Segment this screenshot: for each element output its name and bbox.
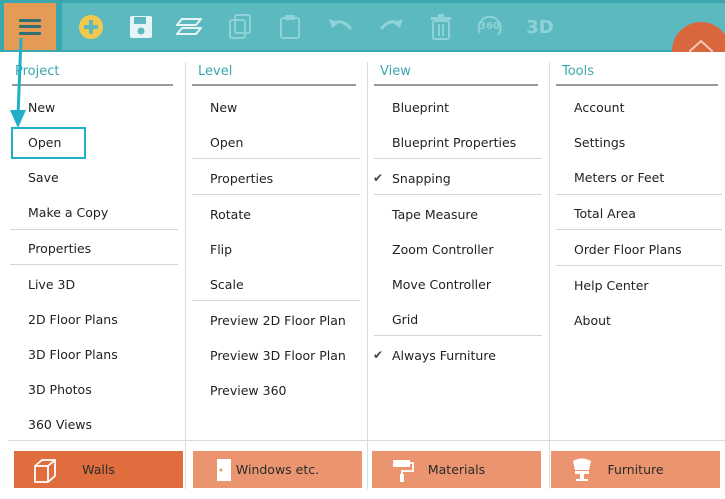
view-3d-label: 3D [526, 16, 554, 38]
column-divider [185, 62, 186, 489]
bottom-divider [8, 440, 725, 441]
divider [556, 194, 722, 195]
paste-icon[interactable] [276, 13, 304, 41]
menu-project-3d-photos[interactable]: 3D Photos [28, 382, 92, 397]
trash-icon[interactable] [427, 13, 455, 41]
menu-view-move-controller[interactable]: Move Controller [392, 277, 491, 292]
walls-label: Walls [82, 462, 115, 477]
check-icon: ✔ [373, 348, 384, 362]
menu-level-flip[interactable]: Flip [210, 242, 232, 257]
divider [556, 229, 722, 230]
divider [556, 265, 722, 266]
menu-level-new[interactable]: New [210, 100, 237, 115]
tool-strip: 360 3D [62, 3, 725, 50]
divider [10, 264, 178, 265]
menu-level-preview-2d[interactable]: Preview 2D Floor Plan [210, 313, 346, 328]
tools-heading: Tools [562, 64, 595, 79]
menu-level-open[interactable]: Open [210, 135, 243, 150]
menu-tools-help-center[interactable]: Help Center [574, 278, 649, 293]
hamburger-icon [19, 18, 41, 35]
menu-project-make-a-copy[interactable]: Make a Copy [28, 205, 108, 220]
menu-level-preview-360[interactable]: Preview 360 [210, 383, 287, 398]
column-divider [549, 62, 550, 489]
view-heading-rule [374, 84, 538, 86]
divider [374, 194, 542, 195]
layers-icon[interactable] [175, 13, 203, 41]
furniture-button[interactable]: Furniture [551, 451, 720, 488]
view-360-label: 360 [479, 21, 500, 32]
divider [374, 158, 542, 159]
menu-level-rotate[interactable]: Rotate [210, 207, 251, 222]
menu-project-360-views[interactable]: 360 Views [28, 417, 92, 432]
view-heading: View [380, 64, 411, 79]
menu-project-new[interactable]: New [28, 100, 55, 115]
undo-icon[interactable] [327, 13, 355, 41]
main-menu-panel: Project New Open Save Make a Copy Proper… [6, 52, 725, 499]
divider [374, 335, 542, 336]
menu-view-always-furniture[interactable]: Always Furniture [392, 348, 496, 363]
menu-view-tape-measure[interactable]: Tape Measure [392, 207, 478, 222]
menu-tools-total-area[interactable]: Total Area [574, 206, 636, 221]
copy-icon[interactable] [226, 13, 254, 41]
menu-view-zoom-controller[interactable]: Zoom Controller [392, 242, 494, 257]
redo-icon[interactable] [377, 13, 405, 41]
menu-tools-meters-or-feet[interactable]: Meters or Feet [574, 170, 664, 185]
menu-project-properties[interactable]: Properties [28, 241, 91, 256]
divider [192, 194, 360, 195]
column-divider [367, 62, 368, 489]
menu-view-blueprint-properties[interactable]: Blueprint Properties [392, 135, 516, 150]
menu-project-2d-floor-plans[interactable]: 2D Floor Plans [28, 312, 118, 327]
menu-level-preview-3d[interactable]: Preview 3D Floor Plan [210, 348, 346, 363]
menu-tools-settings[interactable]: Settings [574, 135, 625, 150]
menu-level-scale[interactable]: Scale [210, 277, 244, 292]
level-heading: Level [198, 64, 233, 79]
windows-label: Windows etc. [235, 462, 320, 477]
windows-button[interactable]: Windows etc. [193, 451, 362, 488]
add-icon[interactable] [77, 13, 105, 41]
divider [192, 300, 360, 301]
view-3d-button[interactable]: 3D [526, 13, 554, 41]
save-icon[interactable] [127, 13, 155, 41]
arrow-down-icon [10, 37, 26, 128]
view-360-icon[interactable]: 360 [476, 13, 504, 41]
menu-tools-account[interactable]: Account [574, 100, 624, 115]
menu-tools-order-floor-plans[interactable]: Order Floor Plans [574, 242, 682, 257]
menu-view-grid[interactable]: Grid [392, 312, 418, 327]
top-toolbar: 360 3D [0, 0, 725, 80]
check-icon: ✔ [373, 171, 384, 185]
level-heading-rule [192, 84, 356, 86]
materials-label: Materials [427, 462, 486, 477]
divider [10, 229, 178, 230]
menu-level-properties[interactable]: Properties [210, 171, 273, 186]
walls-button[interactable]: Walls [14, 451, 183, 488]
project-heading-rule [12, 84, 173, 86]
menu-project-3d-floor-plans[interactable]: 3D Floor Plans [28, 347, 118, 362]
furniture-label: Furniture [607, 462, 664, 477]
menu-tools-about[interactable]: About [574, 313, 611, 328]
menu-view-snapping[interactable]: Snapping [392, 171, 451, 186]
menu-project-save[interactable]: Save [28, 170, 59, 185]
divider [192, 158, 360, 159]
menu-project-live-3d[interactable]: Live 3D [28, 277, 75, 292]
tools-heading-rule [556, 84, 718, 86]
menu-view-blueprint[interactable]: Blueprint [392, 100, 449, 115]
materials-button[interactable]: Materials [372, 451, 541, 488]
